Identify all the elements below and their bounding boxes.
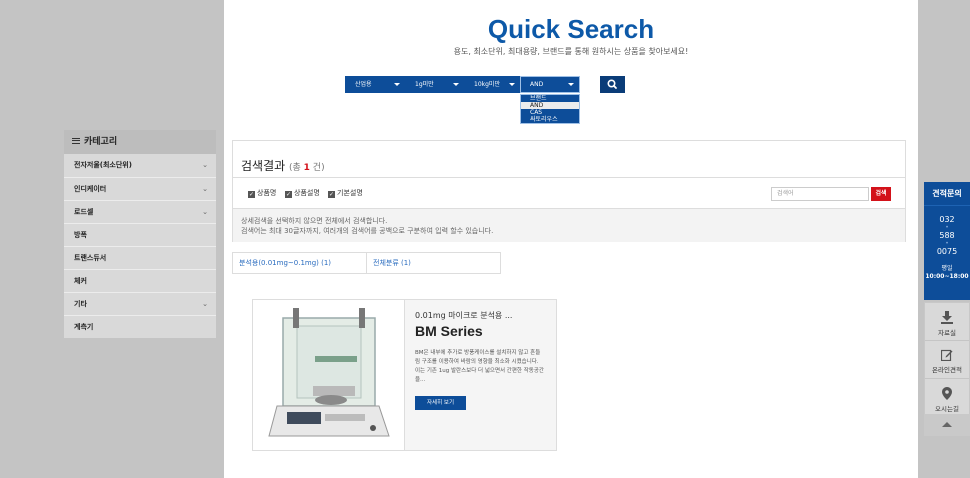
sidebar-item-transducer[interactable]: 트랜스듀서: [64, 246, 216, 269]
quick-search-button[interactable]: [600, 76, 625, 93]
chevron-down-icon: ⌄: [202, 300, 208, 308]
max-capacity-select-value: 10kg미만: [474, 81, 500, 88]
sidebar-item-label: 인디케이터: [74, 185, 107, 193]
checkbox-checked-icon: ✓: [328, 191, 335, 198]
keyword-input[interactable]: 검색어: [771, 187, 869, 201]
caret-down-icon: [394, 83, 400, 86]
search-icon: [607, 79, 617, 89]
category-tab-all[interactable]: 전체분류 (1): [366, 253, 500, 273]
balance-image: [268, 308, 390, 437]
filter-basic-desc-checkbox[interactable]: ✓ 기본설명: [328, 188, 363, 198]
brand-option[interactable]: 브랜드: [521, 95, 579, 102]
hours-value: 10:00~18:00: [925, 273, 969, 280]
brand-option-selected[interactable]: AND: [521, 102, 579, 109]
checkbox-checked-icon: ✓: [285, 191, 292, 198]
max-capacity-select[interactable]: 10kg미만: [464, 76, 520, 93]
category-filter-tabs: 분석용(0.01mg~0.1mg) (1) 전체분류 (1): [232, 252, 501, 274]
menu-icon: [72, 138, 80, 144]
scroll-top-button[interactable]: [924, 414, 970, 436]
product-name[interactable]: BM Series: [415, 323, 483, 339]
sidebar-item-label: 로드셀: [74, 208, 94, 216]
results-count-prefix: (총: [289, 163, 304, 173]
product-info: 0.01mg 마이크로 분석용 ... BM Series BM은 내부에 추가…: [405, 300, 556, 450]
caret-down-icon: [453, 83, 459, 86]
keyword-search-button[interactable]: 검색: [871, 187, 891, 201]
filter-label: 상품설명: [294, 189, 320, 197]
main-content: Quick Search 용도, 최소단위, 최대용량, 브랜드를 통해 원하시…: [224, 0, 918, 478]
map-pin-icon: [942, 387, 952, 400]
search-results-panel: 검색결과 (총 1 건) ✓ 상품명 ✓ 상품설명 ✓ 기본설명 검색어 검색 상세검…: [232, 140, 906, 242]
category-sidebar: 카테고리 전자저울(최소단위) ⌄ 인디케이터 ⌄ 로드셀 ⌄ 방폭 트랜스듀서 체커…: [64, 130, 216, 338]
results-count: (총 1 건): [289, 163, 325, 173]
brand-select[interactable]: AND: [520, 76, 580, 93]
quick-menu-online-quote[interactable]: 온라인견적: [925, 341, 969, 379]
product-card[interactable]: 0.01mg 마이크로 분석용 ... BM Series BM은 내부에 추가…: [252, 299, 557, 451]
filter-product-name-checkbox[interactable]: ✓ 상품명: [248, 188, 276, 198]
quick-menu-directions[interactable]: 오시는길: [925, 379, 969, 417]
quick-menu-label: 자료실: [938, 329, 956, 337]
sidebar-item-instrument[interactable]: 계측기: [64, 315, 216, 338]
quick-menu-label: 오시는길: [935, 405, 959, 413]
caret-down-icon: [509, 83, 515, 86]
filter-label: 상품명: [257, 189, 277, 197]
results-count-suffix: 건): [309, 163, 325, 173]
results-title-label: 검색결과: [241, 159, 286, 173]
category-tab-analytical[interactable]: 분석용(0.01mg~0.1mg) (1): [233, 253, 366, 273]
page-title: Quick Search: [487, 14, 655, 44]
search-options-row: ✓ 상품명 ✓ 상품설명 ✓ 기본설명 검색어 검색: [233, 177, 905, 208]
search-help-text: 상세검색을 선택하지 않으면 전체에서 검색합니다. 검색어는 최대 30글자까…: [233, 208, 905, 242]
product-image[interactable]: [253, 300, 405, 450]
quote-title: 견적문의: [924, 182, 970, 206]
sidebar-item-checker[interactable]: 체커: [64, 269, 216, 292]
sidebar-item-explosion-proof[interactable]: 방폭: [64, 223, 216, 246]
brand-option[interactable]: 싸토리우스: [521, 116, 579, 123]
product-short-desc: 0.01mg 마이크로 분석용 ...: [415, 311, 513, 320]
chevron-up-icon: [942, 422, 952, 427]
sidebar-item-label: 기타: [74, 300, 87, 308]
quote-widget[interactable]: 견적문의 032 • 588 • 0075 평일 10:00~18:00: [924, 182, 970, 300]
phone-part: 0075: [936, 247, 958, 256]
sidebar-item-label: 트랜스듀서: [74, 254, 107, 262]
download-icon: [941, 311, 953, 324]
chevron-down-icon: ⌄: [202, 185, 208, 193]
filter-label: 기본설명: [337, 189, 363, 197]
checkbox-checked-icon: ✓: [248, 191, 255, 198]
sidebar-item-loadcell[interactable]: 로드셀 ⌄: [64, 200, 216, 223]
use-select[interactable]: 산업용: [345, 76, 405, 93]
page-subtitle: 용도, 최소단위, 최대용량, 브랜드를 통해 원하시는 상품을 찾아보세요!: [453, 47, 689, 56]
product-detail-button[interactable]: 자세히 보기: [415, 396, 466, 410]
sidebar-item-scales[interactable]: 전자저울(최소단위) ⌄: [64, 154, 216, 177]
sidebar-item-indicator[interactable]: 인디케이터 ⌄: [64, 177, 216, 200]
sidebar-item-etc[interactable]: 기타 ⌄: [64, 292, 216, 315]
min-unit-select[interactable]: 1g미만: [405, 76, 464, 93]
sidebar-item-label: 방폭: [74, 231, 87, 239]
sidebar-item-label: 체커: [74, 277, 87, 285]
quick-menu-label: 온라인견적: [932, 366, 962, 374]
edit-icon: [941, 349, 953, 361]
hours-label: 평일: [941, 265, 953, 272]
sidebar-item-label: 전자저울(최소단위): [74, 161, 132, 169]
brand-dropdown-list: 브랜드 AND CAS 싸토리우스: [520, 94, 580, 124]
min-unit-select-value: 1g미만: [415, 81, 434, 88]
help-line: 검색어는 최대 30글자까지, 여러개의 검색어를 공백으로 구분하여 입력 할…: [241, 227, 494, 235]
caret-down-icon: [568, 83, 574, 86]
quick-menu-downloads[interactable]: 자료실: [925, 303, 969, 341]
sidebar-item-label: 계측기: [74, 323, 94, 331]
results-title: 검색결과 (총 1 건): [241, 157, 325, 174]
brand-option[interactable]: CAS: [521, 109, 579, 116]
help-line: 상세검색을 선택하지 않으면 전체에서 검색합니다.: [241, 217, 388, 225]
category-header: 카테고리: [64, 130, 216, 154]
brand-select-value: AND: [530, 81, 544, 88]
filter-product-desc-checkbox[interactable]: ✓ 상품설명: [285, 188, 320, 198]
use-select-value: 산업용: [355, 81, 372, 88]
product-long-desc: BM은 내부에 추가로 방풍케이스를 설치하지 않고 흔들림 구조를 이용하여 …: [415, 350, 544, 383]
chevron-down-icon: ⌄: [202, 208, 208, 216]
category-header-label: 카테고리: [84, 137, 118, 147]
chevron-down-icon: ⌄: [202, 161, 208, 169]
